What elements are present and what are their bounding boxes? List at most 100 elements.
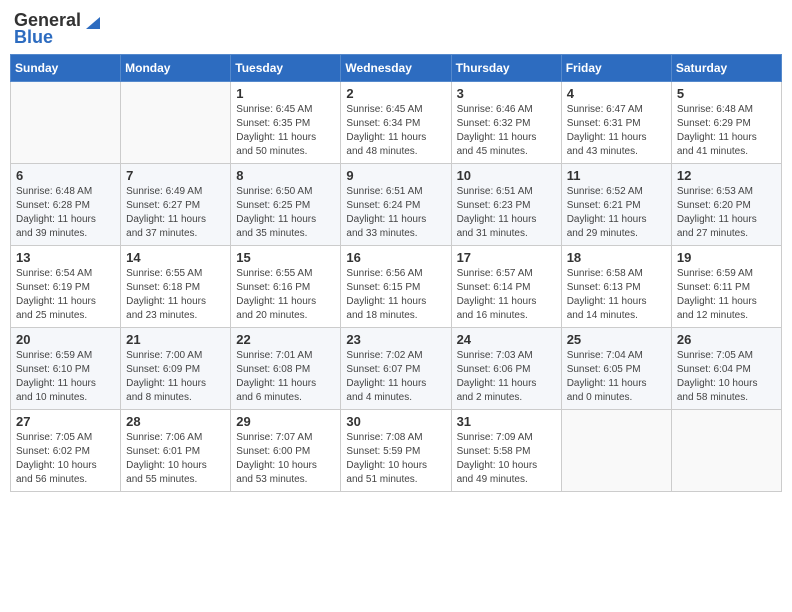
- day-info: Sunrise: 7:00 AMSunset: 6:09 PMDaylight:…: [126, 349, 225, 405]
- calendar-day-header: Thursday: [451, 55, 561, 82]
- day-number: 14: [126, 250, 225, 265]
- day-info: Sunrise: 6:47 AMSunset: 6:31 PMDaylight:…: [567, 103, 666, 159]
- day-number: 1: [236, 86, 335, 101]
- day-info: Sunrise: 7:06 AMSunset: 6:01 PMDaylight:…: [126, 431, 225, 487]
- calendar-cell: 19 Sunrise: 6:59 AMSunset: 6:11 PMDayligh…: [671, 246, 781, 328]
- day-info: Sunrise: 6:46 AMSunset: 6:32 PMDaylight:…: [457, 103, 556, 159]
- calendar-cell: [671, 410, 781, 492]
- day-info: Sunrise: 6:51 AMSunset: 6:23 PMDaylight:…: [457, 185, 556, 241]
- logo-blue-text: Blue: [14, 27, 53, 48]
- day-number: 10: [457, 168, 556, 183]
- calendar-cell: 11 Sunrise: 6:52 AMSunset: 6:21 PMDayligh…: [561, 164, 671, 246]
- day-info: Sunrise: 6:51 AMSunset: 6:24 PMDaylight:…: [346, 185, 445, 241]
- calendar-cell: 31Sunrise: 7:09 AMSunset: 5:58 PMDayligh…: [451, 410, 561, 492]
- day-info: Sunrise: 6:49 AMSunset: 6:27 PMDaylight:…: [126, 185, 225, 241]
- calendar-cell: 10 Sunrise: 6:51 AMSunset: 6:23 PMDayligh…: [451, 164, 561, 246]
- calendar-cell: [561, 410, 671, 492]
- calendar-week-row: 27Sunrise: 7:05 AMSunset: 6:02 PMDayligh…: [11, 410, 782, 492]
- calendar-cell: 29 Sunrise: 7:07 AMSunset: 6:00 PMDayligh…: [231, 410, 341, 492]
- day-info: Sunrise: 6:45 AMSunset: 6:35 PMDaylight:…: [236, 103, 335, 159]
- calendar-cell: 13 Sunrise: 6:54 AMSunset: 6:19 PMDayligh…: [11, 246, 121, 328]
- calendar-cell: 2 Sunrise: 6:45 AMSunset: 6:34 PMDaylight…: [341, 82, 451, 164]
- day-info: Sunrise: 6:52 AMSunset: 6:21 PMDaylight:…: [567, 185, 666, 241]
- calendar-cell: 15 Sunrise: 6:55 AMSunset: 6:16 PMDayligh…: [231, 246, 341, 328]
- calendar-cell: 21 Sunrise: 7:00 AMSunset: 6:09 PMDayligh…: [121, 328, 231, 410]
- day-number: 22: [236, 332, 335, 347]
- calendar-cell: 17Sunrise: 6:57 AMSunset: 6:14 PMDayligh…: [451, 246, 561, 328]
- calendar-cell: 26 Sunrise: 7:05 AMSunset: 6:04 PMDayligh…: [671, 328, 781, 410]
- calendar-cell: 5Sunrise: 6:48 AMSunset: 6:29 PMDaylight…: [671, 82, 781, 164]
- day-info: Sunrise: 7:08 AMSunset: 5:59 PMDaylight:…: [346, 431, 445, 487]
- day-number: 19: [677, 250, 776, 265]
- day-info: Sunrise: 6:55 AMSunset: 6:18 PMDaylight:…: [126, 267, 225, 323]
- day-number: 2: [346, 86, 445, 101]
- day-number: 20: [16, 332, 115, 347]
- day-number: 31: [457, 414, 556, 429]
- calendar-cell: [11, 82, 121, 164]
- calendar-cell: 22 Sunrise: 7:01 AMSunset: 6:08 PMDayligh…: [231, 328, 341, 410]
- calendar-cell: 6Sunrise: 6:48 AMSunset: 6:28 PMDaylight…: [11, 164, 121, 246]
- day-number: 29: [236, 414, 335, 429]
- calendar-day-header: Friday: [561, 55, 671, 82]
- calendar-week-row: 6Sunrise: 6:48 AMSunset: 6:28 PMDaylight…: [11, 164, 782, 246]
- day-number: 24: [457, 332, 556, 347]
- day-info: Sunrise: 6:59 AMSunset: 6:11 PMDaylight:…: [677, 267, 776, 323]
- calendar-cell: 23 Sunrise: 7:02 AMSunset: 6:07 PMDayligh…: [341, 328, 451, 410]
- day-info: Sunrise: 6:45 AMSunset: 6:34 PMDaylight:…: [346, 103, 445, 159]
- calendar-cell: 7 Sunrise: 6:49 AMSunset: 6:27 PMDaylight…: [121, 164, 231, 246]
- day-number: 11: [567, 168, 666, 183]
- day-number: 3: [457, 86, 556, 101]
- calendar-cell: 30 Sunrise: 7:08 AMSunset: 5:59 PMDayligh…: [341, 410, 451, 492]
- day-number: 25: [567, 332, 666, 347]
- calendar-cell: 18Sunrise: 6:58 AMSunset: 6:13 PMDayligh…: [561, 246, 671, 328]
- calendar-day-header: Tuesday: [231, 55, 341, 82]
- day-info: Sunrise: 6:48 AMSunset: 6:29 PMDaylight:…: [677, 103, 776, 159]
- day-number: 13: [16, 250, 115, 265]
- day-info: Sunrise: 6:55 AMSunset: 6:16 PMDaylight:…: [236, 267, 335, 323]
- calendar-cell: 14 Sunrise: 6:55 AMSunset: 6:18 PMDayligh…: [121, 246, 231, 328]
- calendar-day-header: Sunday: [11, 55, 121, 82]
- calendar-cell: 12 Sunrise: 6:53 AMSunset: 6:20 PMDayligh…: [671, 164, 781, 246]
- calendar-cell: 9 Sunrise: 6:51 AMSunset: 6:24 PMDaylight…: [341, 164, 451, 246]
- day-info: Sunrise: 6:58 AMSunset: 6:13 PMDaylight:…: [567, 267, 666, 323]
- calendar-cell: 1 Sunrise: 6:45 AMSunset: 6:35 PMDaylight…: [231, 82, 341, 164]
- calendar-table: SundayMondayTuesdayWednesdayThursdayFrid…: [10, 54, 782, 492]
- calendar-cell: 25Sunrise: 7:04 AMSunset: 6:05 PMDayligh…: [561, 328, 671, 410]
- day-number: 7: [126, 168, 225, 183]
- logo: General Blue: [14, 10, 100, 48]
- day-info: Sunrise: 7:01 AMSunset: 6:08 PMDaylight:…: [236, 349, 335, 405]
- day-number: 6: [16, 168, 115, 183]
- day-info: Sunrise: 6:59 AMSunset: 6:10 PMDaylight:…: [16, 349, 115, 405]
- day-number: 30: [346, 414, 445, 429]
- page-header: General Blue: [10, 10, 782, 48]
- calendar-week-row: 20 Sunrise: 6:59 AMSunset: 6:10 PMDayligh…: [11, 328, 782, 410]
- day-info: Sunrise: 7:05 AMSunset: 6:04 PMDaylight:…: [677, 349, 776, 405]
- day-info: Sunrise: 6:53 AMSunset: 6:20 PMDaylight:…: [677, 185, 776, 241]
- day-number: 16: [346, 250, 445, 265]
- day-number: 27: [16, 414, 115, 429]
- calendar-day-header: Monday: [121, 55, 231, 82]
- day-info: Sunrise: 7:02 AMSunset: 6:07 PMDaylight:…: [346, 349, 445, 405]
- calendar-cell: 24 Sunrise: 7:03 AMSunset: 6:06 PMDayligh…: [451, 328, 561, 410]
- calendar-cell: 27Sunrise: 7:05 AMSunset: 6:02 PMDayligh…: [11, 410, 121, 492]
- calendar-cell: 16Sunrise: 6:56 AMSunset: 6:15 PMDayligh…: [341, 246, 451, 328]
- day-number: 23: [346, 332, 445, 347]
- day-number: 17: [457, 250, 556, 265]
- calendar-cell: 8 Sunrise: 6:50 AMSunset: 6:25 PMDaylight…: [231, 164, 341, 246]
- day-number: 15: [236, 250, 335, 265]
- calendar-header-row: SundayMondayTuesdayWednesdayThursdayFrid…: [11, 55, 782, 82]
- day-number: 8: [236, 168, 335, 183]
- calendar-cell: 20 Sunrise: 6:59 AMSunset: 6:10 PMDayligh…: [11, 328, 121, 410]
- day-number: 26: [677, 332, 776, 347]
- day-info: Sunrise: 6:54 AMSunset: 6:19 PMDaylight:…: [16, 267, 115, 323]
- day-info: Sunrise: 6:50 AMSunset: 6:25 PMDaylight:…: [236, 185, 335, 241]
- logo-triangle-icon: [82, 13, 100, 31]
- day-number: 21: [126, 332, 225, 347]
- day-number: 9: [346, 168, 445, 183]
- day-info: Sunrise: 7:03 AMSunset: 6:06 PMDaylight:…: [457, 349, 556, 405]
- calendar-cell: 4 Sunrise: 6:47 AMSunset: 6:31 PMDaylight…: [561, 82, 671, 164]
- calendar-cell: 3 Sunrise: 6:46 AMSunset: 6:32 PMDaylight…: [451, 82, 561, 164]
- day-number: 4: [567, 86, 666, 101]
- day-number: 12: [677, 168, 776, 183]
- day-info: Sunrise: 7:07 AMSunset: 6:00 PMDaylight:…: [236, 431, 335, 487]
